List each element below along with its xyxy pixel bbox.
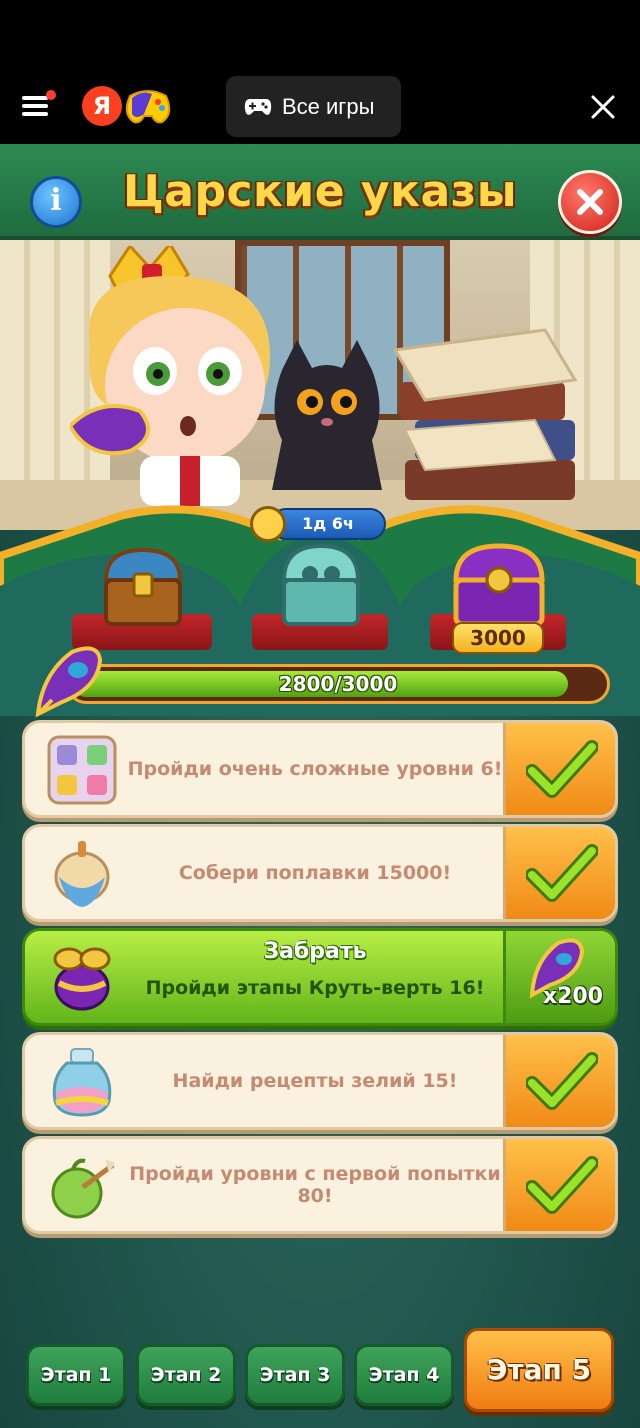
book-stack-icon bbox=[392, 328, 578, 500]
yandex-logo[interactable]: Я bbox=[82, 86, 122, 126]
task-label: Пройди этапы Круть-верть 16! bbox=[145, 977, 485, 999]
tab-stage-2[interactable]: Этап 2 bbox=[136, 1344, 236, 1406]
tab-stage-1[interactable]: Этап 1 bbox=[26, 1344, 126, 1406]
wooden-chest-icon[interactable] bbox=[100, 544, 186, 628]
close-icon[interactable] bbox=[588, 92, 618, 122]
quill-feather-icon bbox=[35, 646, 103, 718]
potion-bottle-icon bbox=[52, 1048, 112, 1117]
silver-chest-icon[interactable] bbox=[278, 540, 364, 628]
checkmark-icon bbox=[526, 740, 598, 798]
task-complete-badge bbox=[503, 1139, 615, 1231]
game-area: Царские указы i 1д 6ч 3000 2800/3000 Про… bbox=[0, 144, 640, 1428]
checkmark-icon bbox=[526, 1156, 598, 1214]
task-label: Собери поплавки 15000! bbox=[178, 862, 452, 884]
tab-stage-4[interactable]: Этап 4 bbox=[354, 1344, 454, 1406]
royal-chest-icon[interactable] bbox=[450, 542, 548, 628]
host-top-bar: Я Все игры bbox=[0, 0, 640, 144]
close-button[interactable] bbox=[558, 170, 622, 234]
checkmark-icon bbox=[526, 844, 598, 902]
event-timer: 1д 6ч bbox=[250, 506, 386, 542]
all-games-button[interactable]: Все игры bbox=[226, 76, 401, 137]
task-complete-badge bbox=[503, 1035, 615, 1127]
gamepad-icon bbox=[244, 98, 272, 115]
info-button[interactable]: i bbox=[30, 176, 82, 228]
task-row: Пройди уровни с первой попытки 80! bbox=[22, 1136, 618, 1234]
claim-button-label[interactable]: Забрать bbox=[125, 939, 505, 964]
scene-illustration bbox=[0, 240, 640, 530]
float-bobber-icon bbox=[54, 841, 110, 907]
stage-tabs: Этап 1 Этап 2 Этап 3 Этап 4 Этап 5 bbox=[0, 1324, 640, 1428]
task-row: Пройди очень сложные уровни 6! bbox=[22, 720, 618, 818]
task-row: Найди рецепты зелий 15! bbox=[22, 1032, 618, 1130]
checkmark-icon bbox=[526, 1052, 598, 1110]
menu-icon[interactable] bbox=[22, 90, 56, 120]
task-reward: x200 bbox=[503, 931, 615, 1023]
task-complete-badge bbox=[503, 827, 615, 919]
task-label: Найди рецепты зелий 15! bbox=[172, 1070, 458, 1092]
progress-label: 2800/3000 bbox=[278, 672, 398, 696]
page-title: Царские указы bbox=[122, 166, 518, 217]
title-banner: Царские указы i bbox=[0, 144, 640, 240]
task-label: Пройди уровни с первой попытки 80! bbox=[129, 1163, 501, 1207]
claim-task-row[interactable]: Забрать Пройди этапы Круть-верть 16! x20… bbox=[22, 928, 618, 1026]
task-row: Собери поплавки 15000! bbox=[22, 824, 618, 922]
tab-stage-5[interactable]: Этап 5 bbox=[464, 1328, 614, 1412]
progress-bar: 2800/3000 bbox=[66, 664, 610, 704]
chest-reward-badge: 3000 bbox=[452, 622, 544, 654]
stopwatch-icon bbox=[250, 506, 286, 542]
spinner-toy-icon bbox=[53, 947, 111, 1011]
task-label: Пройди очень сложные уровни 6! bbox=[127, 758, 503, 780]
timer-label: 1д 6ч bbox=[270, 508, 386, 540]
prince-character-icon bbox=[70, 246, 270, 506]
task-reward-amount: x200 bbox=[542, 984, 603, 1009]
puzzle-pieces-icon bbox=[47, 735, 117, 805]
task-complete-badge bbox=[503, 723, 615, 815]
tab-stage-3[interactable]: Этап 3 bbox=[245, 1344, 345, 1406]
apple-arrow-icon bbox=[51, 1158, 115, 1219]
yandex-games-logo-icon[interactable] bbox=[122, 84, 174, 128]
all-games-label: Все игры bbox=[282, 93, 375, 119]
notification-dot-icon bbox=[46, 90, 56, 100]
close-x-icon bbox=[577, 189, 603, 215]
